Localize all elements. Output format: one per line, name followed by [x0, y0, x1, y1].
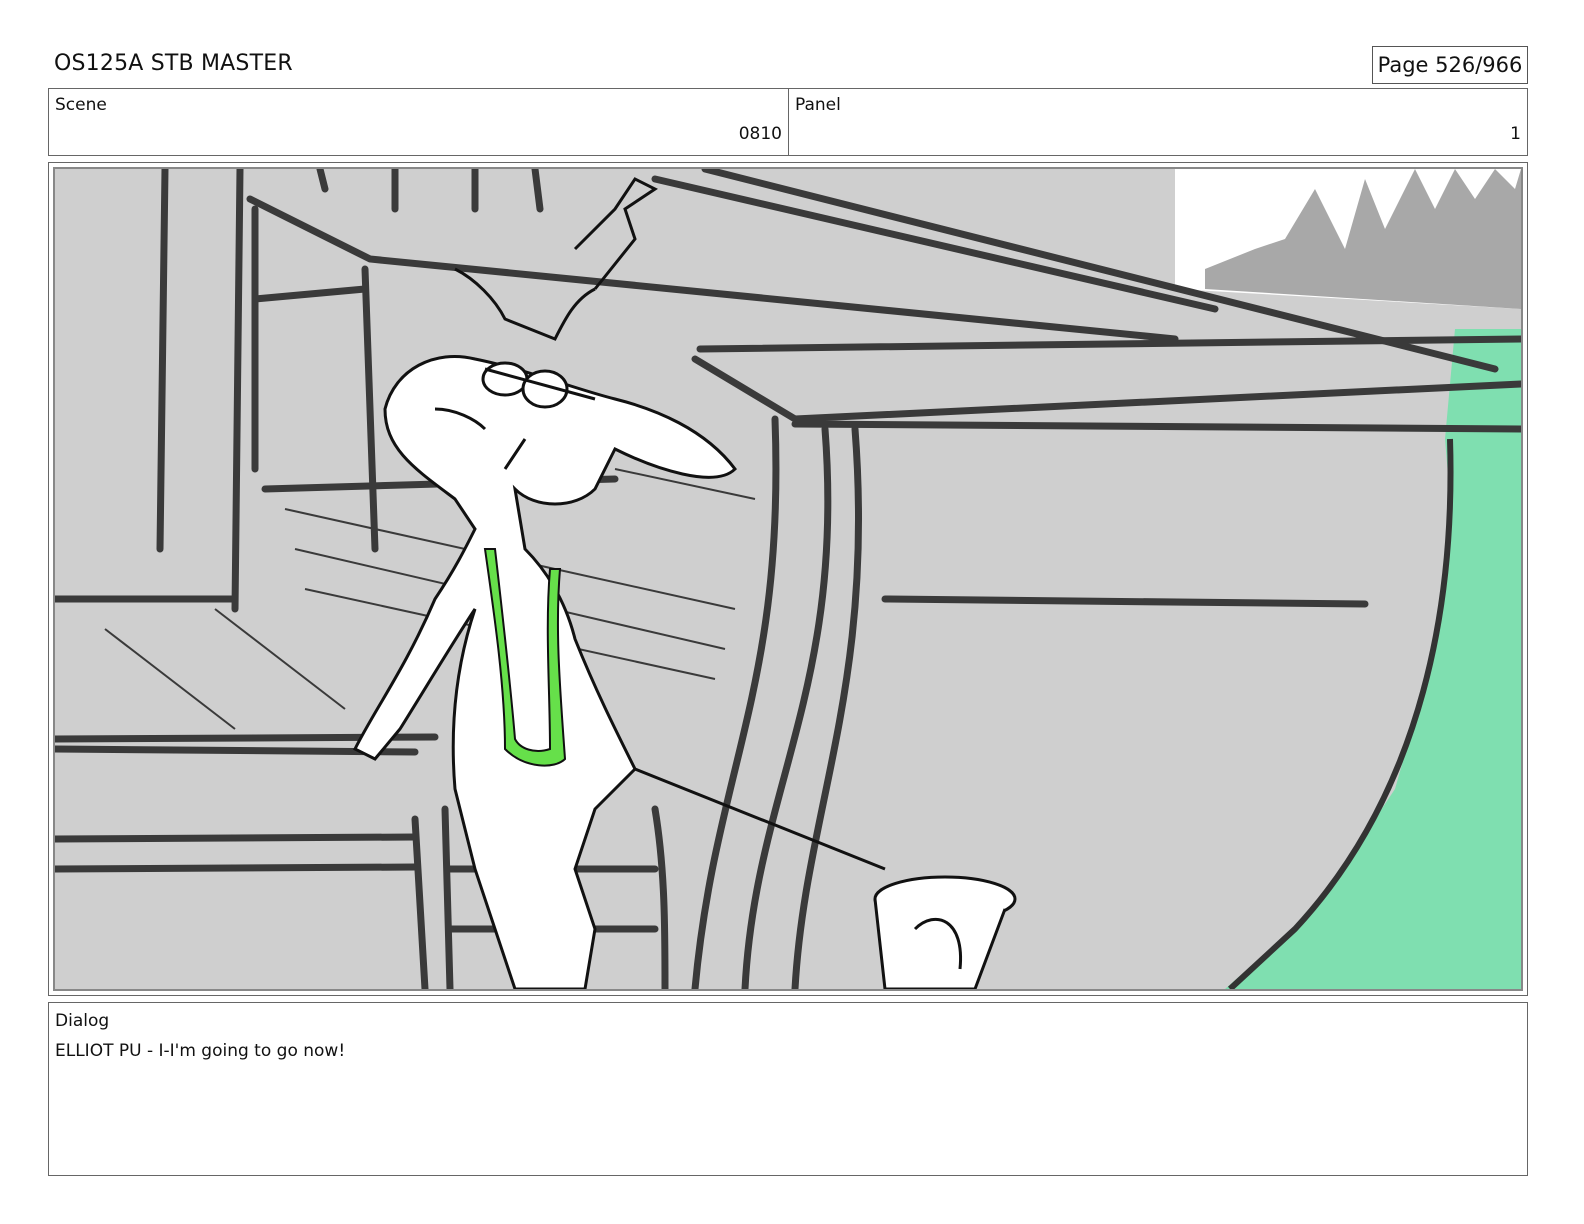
storyboard-drawing — [53, 167, 1523, 991]
panel-number: 1 — [1510, 124, 1521, 144]
storyboard-frame — [48, 162, 1528, 996]
scene-number: 0810 — [738, 124, 782, 144]
scene-panel-header: Scene 0810 Panel 1 — [48, 88, 1528, 156]
scene-cell: Scene 0810 — [49, 89, 789, 155]
storyboard-sketch — [55, 169, 1521, 989]
panel-cell: Panel 1 — [789, 89, 1527, 155]
panel-label: Panel — [795, 95, 841, 115]
dialog-text: ELLIOT PU - I-I'm going to go now! — [55, 1041, 346, 1061]
dialog-label: Dialog — [55, 1011, 110, 1031]
document-title: OS125A STB MASTER — [54, 51, 293, 76]
dialog-section: Dialog ELLIOT PU - I-I'm going to go now… — [48, 1002, 1528, 1176]
scene-label: Scene — [55, 95, 107, 115]
page-number: Page 526/966 — [1372, 46, 1528, 84]
